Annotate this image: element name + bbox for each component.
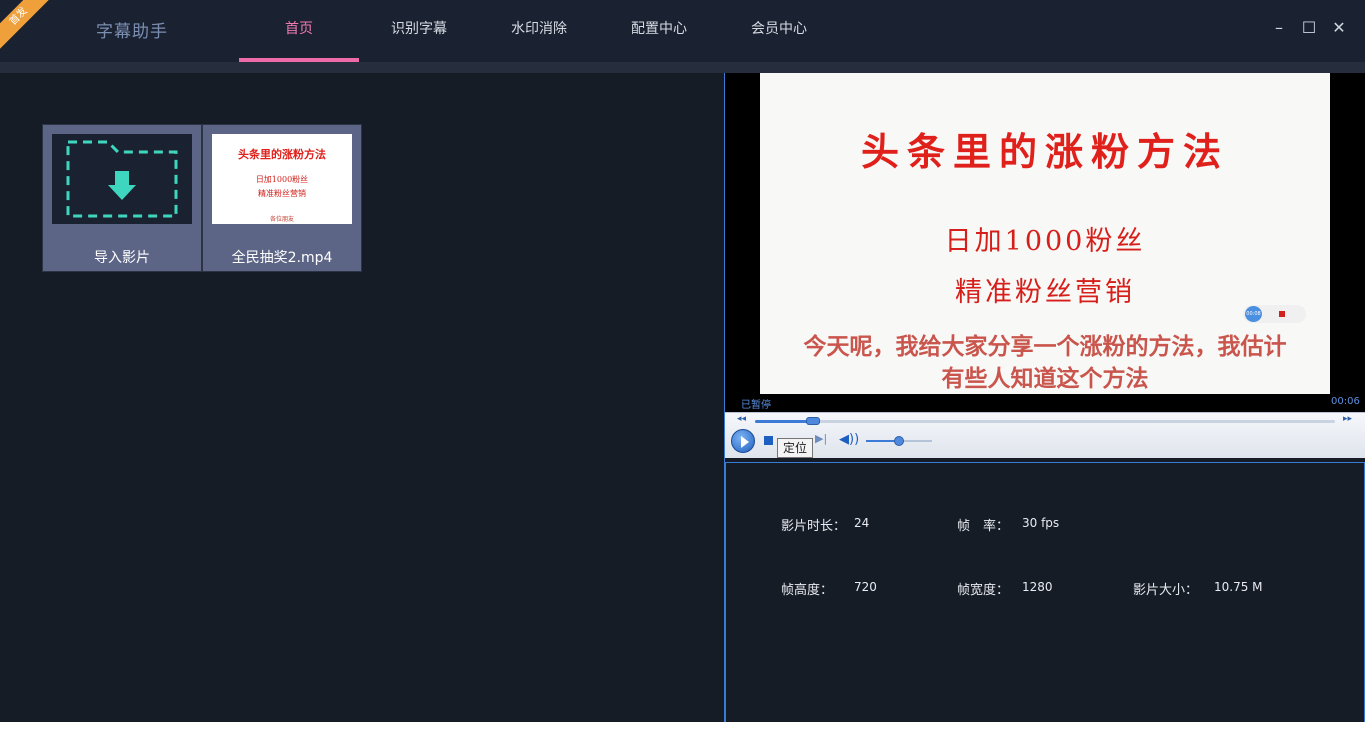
recorder-widget: 00:08	[1243, 305, 1306, 323]
rewind-icon[interactable]: ◂◂	[737, 414, 746, 424]
frame-height-label: 帧高度：	[781, 583, 834, 598]
playback-status: 已暂停	[741, 400, 771, 411]
fps-label: 帧 率：	[957, 519, 1010, 534]
locate-tooltip: 定位	[777, 438, 814, 458]
title-bar-divider	[0, 62, 1365, 73]
frame-line2: 精准粉丝营销	[955, 277, 1135, 308]
burned-subtitle: 今天呢，我给大家分享一个涨粉的方法，我估计有些人知道这个方法	[803, 334, 1287, 392]
app-title: 字幕助手	[96, 22, 168, 42]
fps-value: 30 fps	[1022, 516, 1060, 530]
maximize-button[interactable]: ☐	[1298, 17, 1320, 39]
file-size-label: 影片大小：	[1133, 583, 1199, 598]
frame-width-label: 帧宽度：	[957, 583, 1010, 598]
thumb-subtitle: 各位朋友	[269, 216, 294, 223]
volume-thumb[interactable]	[894, 436, 904, 446]
tab-recognize-subtitles[interactable]: 识别字幕	[359, 0, 479, 62]
thumb-line2: 精准粉丝营销	[258, 189, 306, 198]
badge-text: 首发	[0, 0, 58, 56]
close-button[interactable]: ✕	[1328, 17, 1350, 39]
frame-height-value: 720	[854, 580, 877, 594]
frame-title: 头条里的涨粉方法	[860, 129, 1229, 174]
seek-bar[interactable]	[755, 417, 1335, 425]
fast-forward-icon[interactable]: ▸▸	[1343, 414, 1352, 424]
app-window: 首发 字幕助手 首页 识别字幕 水印消除 配置中心 会员中心 – ☐ ✕ 导入影…	[0, 0, 1365, 722]
corner-badge: 首发	[0, 0, 60, 60]
tab-home[interactable]: 首页	[239, 0, 359, 62]
import-label: 导入影片	[94, 250, 150, 266]
volume-icon[interactable]: ◀))	[839, 432, 859, 447]
player-controls: ◂◂ ▸▸ ▶| ◀))	[725, 412, 1365, 458]
recorder-stop-icon	[1279, 311, 1285, 317]
thumb-line1: 日加1000粉丝	[255, 175, 309, 184]
next-icon[interactable]: ▶|	[815, 432, 827, 445]
video-thumbnail: 头条里的涨粉方法 日加1000粉丝 精准粉丝营销 各位朋友	[212, 134, 352, 224]
playback-time: 00:06	[1331, 396, 1360, 407]
bottom-strip	[0, 722, 1365, 731]
video-card[interactable]: 头条里的涨粉方法 日加1000粉丝 精准粉丝营销 各位朋友 全民抽奖2.mp4	[202, 124, 362, 272]
import-thumbnail	[52, 134, 192, 224]
tab-member-center[interactable]: 会员中心	[719, 0, 839, 62]
video-frame: 头条里的涨粉方法 日加1000粉丝 精准粉丝营销 00:08 今天呢，我给大家分…	[760, 73, 1330, 394]
duration-label: 影片时长：	[781, 519, 847, 534]
seek-fill	[755, 420, 813, 423]
video-filename: 全民抽奖2.mp4	[231, 250, 333, 266]
thumb-title: 头条里的涨粉方法	[238, 148, 326, 161]
recorder-time: 00:08	[1245, 306, 1262, 322]
frame-width-value: 1280	[1022, 580, 1053, 594]
minimize-button[interactable]: –	[1268, 17, 1290, 39]
title-bar: 首发 字幕助手 首页 识别字幕 水印消除 配置中心 会员中心 – ☐ ✕	[0, 0, 1365, 62]
play-button[interactable]	[731, 429, 755, 453]
seek-thumb[interactable]	[806, 417, 820, 425]
folder-download-icon	[66, 140, 178, 218]
tab-config-center[interactable]: 配置中心	[599, 0, 719, 62]
stop-button[interactable]	[764, 436, 773, 445]
frame-line1: 日加1000粉丝	[944, 226, 1146, 257]
volume-slider[interactable]	[866, 436, 932, 446]
duration-value: 24	[854, 516, 870, 530]
video-info-panel: 影片时长： 24 帧 率： 30 fps 帧高度： 720 帧宽度： 1280 …	[725, 462, 1365, 722]
file-size-value: 10.75 M	[1214, 580, 1263, 594]
import-video-card[interactable]: 导入影片	[42, 124, 202, 272]
tab-watermark-removal[interactable]: 水印消除	[479, 0, 599, 62]
